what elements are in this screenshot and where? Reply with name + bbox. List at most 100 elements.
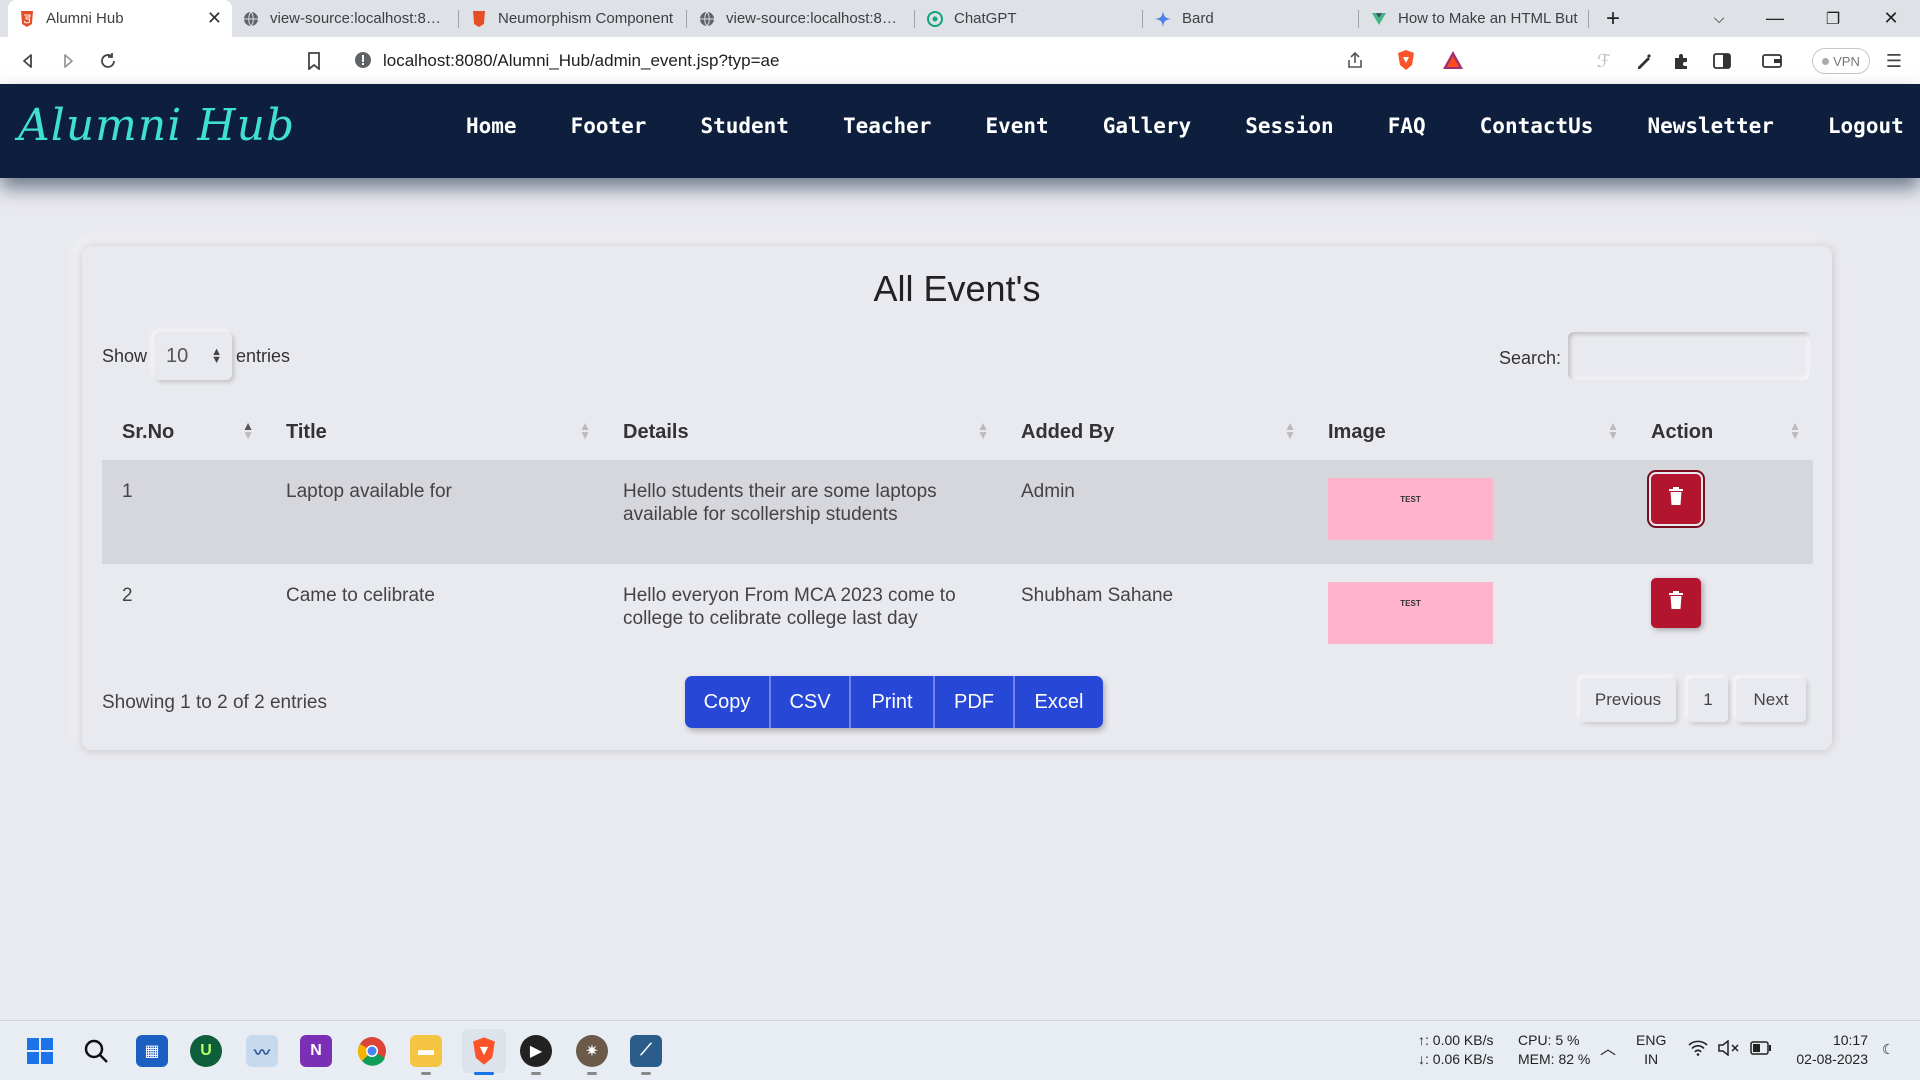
- lang-primary: ENG: [1636, 1032, 1667, 1048]
- vpn-button[interactable]: VPN: [1812, 48, 1870, 74]
- notification-bell-icon[interactable]: ☾: [1882, 1040, 1895, 1059]
- trash-icon: [1668, 591, 1684, 615]
- brave-taskbar-icon[interactable]: [462, 1029, 506, 1073]
- html5-icon: [18, 10, 36, 28]
- clock-time: 10:17: [1832, 1032, 1868, 1048]
- language-indicator[interactable]: ENG IN: [1636, 1031, 1666, 1069]
- minimize-button[interactable]: —: [1752, 0, 1798, 37]
- sort-icon: ▲ ▼: [1607, 419, 1619, 442]
- sort-icon: ▲ ▼: [579, 419, 591, 442]
- excel-button[interactable]: Excel: [1015, 676, 1103, 728]
- nav-logout[interactable]: Logout: [1828, 114, 1904, 138]
- nav-event[interactable]: Event: [985, 114, 1048, 138]
- nav-home[interactable]: Home: [466, 114, 517, 138]
- delete-button[interactable]: [1651, 578, 1701, 628]
- tab-label: How to Make an HTML But: [1398, 10, 1578, 27]
- browser-tab-alumni-hub[interactable]: Alumni Hub ✕: [8, 0, 232, 37]
- column-header-title[interactable]: Title ▲ ▼: [266, 404, 603, 460]
- nav-teacher[interactable]: Teacher: [843, 114, 932, 138]
- pagination-next[interactable]: Next: [1736, 678, 1806, 722]
- clock[interactable]: 10:17 02-08-2023: [1786, 1031, 1868, 1069]
- close-icon[interactable]: ✕: [207, 8, 222, 29]
- print-button[interactable]: Print: [851, 676, 935, 728]
- battery-icon[interactable]: [1750, 1041, 1772, 1060]
- chrome-icon[interactable]: [356, 1035, 388, 1067]
- nav-footer[interactable]: Footer: [571, 114, 647, 138]
- column-header-srno[interactable]: Sr.No ▲ ▼: [102, 404, 266, 460]
- browser-tab-view-source-2[interactable]: view-source:localhost:8080: [688, 0, 914, 37]
- browser-tab-html-button[interactable]: How to Make an HTML But: [1360, 0, 1588, 37]
- extensions-puzzle-icon[interactable]: [1668, 47, 1696, 75]
- cpu-usage: CPU: 5 %: [1518, 1032, 1580, 1048]
- brand-logo[interactable]: Alumni Hub: [18, 100, 295, 151]
- entries-per-page-select[interactable]: 10 ▲ ▼: [154, 332, 232, 380]
- delete-button[interactable]: [1651, 474, 1701, 524]
- event-image: TEST: [1328, 478, 1493, 540]
- nav-session[interactable]: Session: [1245, 114, 1334, 138]
- cell-srno: 1: [102, 460, 266, 564]
- running-indicator: [587, 1072, 597, 1075]
- new-tab-button[interactable]: +: [1590, 0, 1636, 37]
- volume-muted-icon[interactable]: [1718, 1039, 1740, 1061]
- brave-shield-icon[interactable]: [1396, 49, 1416, 76]
- menu-icon[interactable]: ☰: [1880, 47, 1908, 75]
- bookmark-icon[interactable]: [300, 47, 328, 75]
- tab-search-chevron-icon[interactable]: ⌵: [1696, 0, 1742, 37]
- column-header-action[interactable]: Action ▲ ▼: [1631, 404, 1813, 460]
- close-window-button[interactable]: ✕: [1868, 0, 1914, 37]
- sidebar-toggle-icon[interactable]: [1708, 47, 1736, 75]
- column-header-details[interactable]: Details ▲ ▼: [603, 404, 1001, 460]
- nav-gallery[interactable]: Gallery: [1103, 114, 1192, 138]
- upwork-icon[interactable]: U: [190, 1035, 222, 1067]
- brave-rewards-icon[interactable]: [1442, 50, 1464, 75]
- nav-student[interactable]: Student: [700, 114, 789, 138]
- search-input[interactable]: [1568, 332, 1810, 380]
- copy-button[interactable]: Copy: [685, 676, 771, 728]
- browser-tab-bard[interactable]: Bard: [1144, 0, 1358, 37]
- app-gear-icon[interactable]: ✷: [576, 1035, 608, 1067]
- pdf-button[interactable]: PDF: [935, 676, 1015, 728]
- search-label: Search:: [1499, 348, 1562, 368]
- table-row: 2 Came to celibrate Hello everyon From M…: [102, 564, 1813, 668]
- tab-label: view-source:localhost:8080: [726, 10, 904, 27]
- back-button[interactable]: [14, 47, 42, 75]
- pagination-previous[interactable]: Previous: [1580, 678, 1676, 722]
- tab-label: Alumni Hub: [46, 10, 124, 27]
- monitor-chart-icon[interactable]: 〰: [246, 1035, 278, 1067]
- pen-icon[interactable]: [1630, 47, 1658, 75]
- pagination-page[interactable]: 1: [1688, 678, 1728, 722]
- file-explorer-icon[interactable]: ▬: [410, 1035, 442, 1067]
- active-indicator: [474, 1072, 494, 1075]
- onenote-icon[interactable]: N: [300, 1035, 332, 1067]
- column-header-image[interactable]: Image ▲ ▼: [1308, 404, 1631, 460]
- media-player-icon[interactable]: ▶: [520, 1035, 552, 1067]
- cell-added-by: Admin: [1001, 460, 1308, 564]
- table-row: 1 Laptop available for Hello students th…: [102, 460, 1813, 564]
- share-icon[interactable]: [1346, 51, 1364, 74]
- export-button-group: Copy CSV Print PDF Excel: [685, 676, 1103, 728]
- browser-tab-chatgpt[interactable]: ChatGPT: [916, 0, 1142, 37]
- wallet-icon[interactable]: [1758, 47, 1786, 75]
- store-icon[interactable]: ▦: [136, 1035, 168, 1067]
- forward-button[interactable]: [54, 47, 82, 75]
- windows-start-icon[interactable]: [24, 1035, 56, 1067]
- nav-faq[interactable]: FAQ: [1388, 114, 1426, 138]
- address-field[interactable]: localhost:8080/Alumni_Hub/admin_event.js…: [342, 43, 1474, 78]
- mysql-workbench-icon[interactable]: ⟋: [630, 1035, 662, 1067]
- restore-button[interactable]: ❐: [1810, 0, 1856, 37]
- nav-newsletter[interactable]: Newsletter: [1647, 114, 1773, 138]
- cell-added-by: Shubham Sahane: [1021, 585, 1174, 606]
- nav-contactus[interactable]: ContactUs: [1480, 114, 1594, 138]
- csv-button[interactable]: CSV: [771, 676, 851, 728]
- browser-tab-neumorphism[interactable]: Neumorphism Component: [460, 0, 686, 37]
- info-icon[interactable]: [354, 51, 372, 74]
- reader-icon[interactable]: ℱ: [1590, 47, 1618, 75]
- column-header-added-by[interactable]: Added By ▲ ▼: [1001, 404, 1308, 460]
- wifi-icon[interactable]: [1688, 1040, 1708, 1061]
- reload-button[interactable]: [94, 47, 122, 75]
- cell-srno: 2: [122, 585, 133, 606]
- chevron-up-icon[interactable]: ︿: [1600, 1040, 1616, 1059]
- search-icon[interactable]: [80, 1035, 112, 1067]
- browser-tab-view-source[interactable]: view-source:localhost:8080: [232, 0, 458, 37]
- events-card: All Event's Show 10 ▲ ▼ entries Search: S…: [82, 246, 1832, 750]
